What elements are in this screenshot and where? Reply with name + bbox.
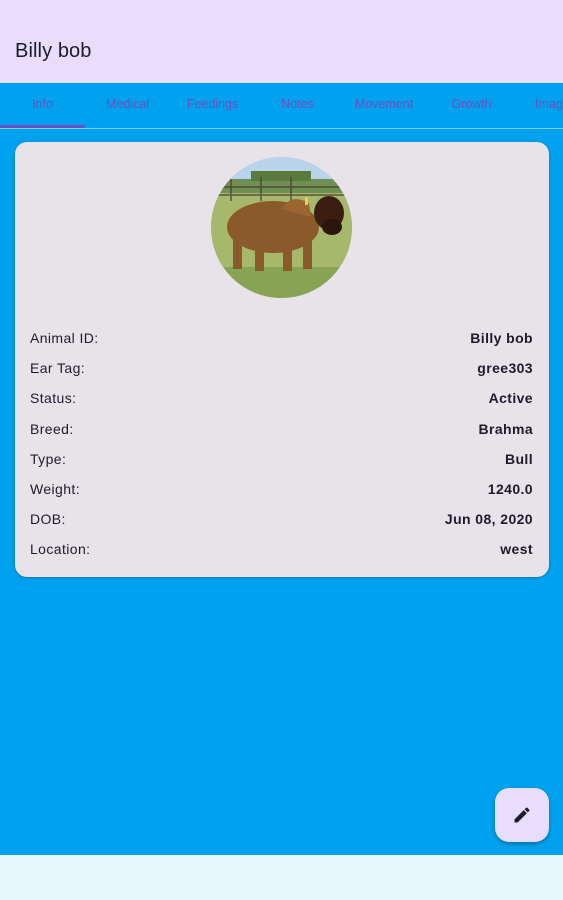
- field-value: Brahma: [478, 421, 533, 437]
- info-row-animal-id: Animal ID: Billy bob: [30, 330, 533, 350]
- animal-photo[interactable]: [211, 157, 352, 298]
- tab-movement[interactable]: Movement: [340, 97, 428, 111]
- tab-indicator: [0, 125, 85, 128]
- info-row-weight: Weight: 1240.0: [30, 481, 533, 501]
- info-row-breed: Breed: Brahma: [30, 421, 533, 441]
- info-row-ear-tag: Ear Tag: gree303: [30, 360, 533, 380]
- content-area: Info Medical Feedings Notes Movement Gro…: [0, 83, 563, 855]
- animal-info-card: Animal ID: Billy bob Ear Tag: gree303 St…: [15, 142, 549, 577]
- field-value: west: [500, 541, 533, 557]
- bottom-bar: [0, 855, 563, 900]
- tab-images[interactable]: Imag: [535, 97, 563, 111]
- field-label: DOB:: [30, 511, 66, 527]
- pencil-edit-icon: [514, 807, 530, 823]
- edit-button[interactable]: [495, 788, 549, 842]
- info-row-location: Location: west: [30, 541, 533, 561]
- field-label: Location:: [30, 541, 91, 557]
- field-value: 1240.0: [487, 481, 533, 497]
- field-value: Bull: [504, 451, 533, 467]
- info-row-status: Status: Active: [30, 390, 533, 410]
- field-value: gree303: [477, 360, 533, 376]
- field-label: Weight:: [30, 481, 81, 497]
- field-label: Status:: [30, 390, 77, 406]
- tab-feedings[interactable]: Feedings: [170, 97, 255, 111]
- field-value: Active: [488, 390, 533, 406]
- app-bar: Billy bob: [0, 0, 563, 83]
- field-label: Ear Tag:: [30, 360, 86, 376]
- info-row-type: Type: Bull: [30, 451, 533, 471]
- page-title: Billy bob: [15, 40, 92, 62]
- bull-photo-icon: [211, 157, 352, 298]
- tab-notes[interactable]: Notes: [255, 97, 340, 111]
- field-label: Type:: [30, 451, 67, 467]
- field-value: Billy bob: [470, 330, 533, 346]
- tab-medical[interactable]: Medical: [85, 97, 170, 111]
- field-value: Jun 08, 2020: [444, 511, 533, 527]
- tab-bar: Info Medical Feedings Notes Movement Gro…: [0, 83, 563, 129]
- info-row-dob: DOB: Jun 08, 2020: [30, 511, 533, 531]
- tab-info[interactable]: Info: [0, 97, 85, 111]
- tab-growth[interactable]: Growth: [429, 97, 514, 111]
- field-label: Breed:: [30, 421, 74, 437]
- field-label: Animal ID:: [30, 330, 99, 346]
